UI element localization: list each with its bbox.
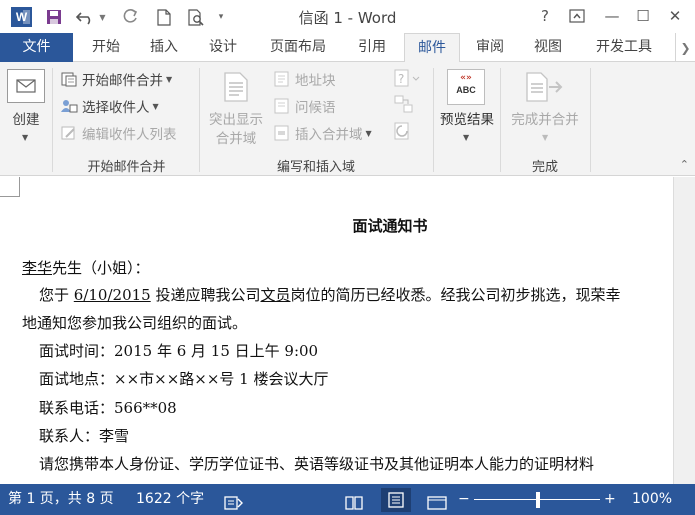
tab-references[interactable]: 引用	[346, 33, 398, 62]
tab-file[interactable]: 文件	[0, 33, 73, 62]
zoom-out-button[interactable]: −	[458, 484, 470, 515]
collapse-ribbon-icon[interactable]: ⌃	[680, 158, 689, 171]
salutation: 李华先生（小姐）：	[22, 257, 150, 278]
edit-recipient-list-button[interactable]: 编辑收件人列表	[60, 122, 177, 144]
proofing-icon[interactable]	[224, 492, 244, 510]
zoom-slider-thumb[interactable]	[536, 492, 540, 508]
highlight-merge-fields-button[interactable]: 突出显示 合并域	[203, 67, 269, 152]
create-dropdown-icon: ▼	[22, 133, 29, 142]
contact-person: 联系人：李雪	[39, 427, 130, 445]
tab-review[interactable]: 审阅	[464, 33, 516, 62]
tab-developer[interactable]: 开发工具	[584, 33, 664, 62]
greeting-line-icon	[273, 98, 291, 114]
group-separator	[52, 68, 53, 172]
highlight-fields-icon	[223, 71, 249, 107]
close-button[interactable]: ✕	[660, 4, 690, 28]
chevron-down-icon: ▼	[542, 133, 549, 142]
group-label-finish: 完成	[531, 160, 558, 175]
page-count[interactable]: 第 1 页，共 8 页	[8, 484, 114, 515]
print-layout-icon[interactable]	[381, 488, 411, 512]
tab-home[interactable]: 开始	[80, 33, 132, 62]
para1-middle: 投递应聘我公司	[150, 286, 261, 304]
document-area: 面试通知书 李华先生（小姐）： 您于 6/10/2015 投递应聘我公司文员岗位…	[0, 177, 695, 484]
ribbon-mailings: 创建 ▼ 开始邮件合并 ▼ 选择收件人 ▼ 编辑收件人列表 开始邮件合并 突出显示 …	[0, 62, 695, 176]
maximize-button[interactable]: ☐	[628, 4, 658, 28]
highlight-line2: 合并域	[215, 131, 257, 147]
edit-recipient-list-label: 编辑收件人列表	[82, 127, 177, 143]
greeting-line-button[interactable]: 问候语	[273, 95, 336, 117]
word-count[interactable]: 1622 个字	[136, 484, 204, 515]
group-separator	[590, 68, 591, 172]
chevron-down-icon: ▼	[166, 74, 173, 84]
address-block-label: 地址块	[295, 73, 336, 89]
preview-results-label: 预览结果	[440, 112, 494, 128]
chevron-down-icon: ▼	[463, 133, 470, 142]
envelope-icon	[7, 69, 45, 103]
read-mode-icon[interactable]	[345, 492, 363, 510]
contact-phone: 联系电话：566**08	[39, 399, 177, 417]
start-mail-merge-label: 开始邮件合并	[82, 73, 163, 89]
finish-merge-button[interactable]: 完成并合并 ▼	[503, 67, 587, 152]
group-label-start-mail-merge: 开始邮件合并	[87, 160, 166, 175]
para1-end: 岗位的简历已经收悉。经我公司初步挑选，现荣幸	[290, 286, 621, 304]
merge-field-position[interactable]: 文员	[260, 286, 290, 304]
zoom-level[interactable]: 100%	[632, 484, 672, 515]
title-bar: W ▼ ▾ 信函 1 - Word ? — ☐ ✕	[0, 0, 695, 33]
salutation-text: 先生（小姐）：	[52, 259, 150, 277]
address-block-icon	[273, 71, 291, 87]
chevron-down-icon: ▼	[365, 128, 372, 138]
zoom-in-button[interactable]: +	[604, 484, 616, 515]
merge-field-date[interactable]: 6/10/2015	[74, 286, 151, 304]
tab-view[interactable]: 视图	[522, 33, 574, 62]
preview-abc-icon: «» ABC	[447, 69, 485, 105]
insert-merge-field-label: 插入合并域	[295, 127, 363, 143]
group-separator	[433, 68, 434, 172]
merge-field-name[interactable]: 李华	[22, 259, 52, 277]
ribbon-tabs: 文件 开始 插入 设计 页面布局 引用 邮件 审阅 视图 开发工具 ❯	[0, 33, 695, 63]
vertical-scrollbar[interactable]	[673, 177, 695, 484]
para1-prefix: 您于	[39, 286, 74, 304]
interview-place: 面试地点：××市××路××号 1 楼会议大厅	[39, 370, 329, 388]
tab-scroll-right-icon[interactable]: ❯	[675, 33, 695, 62]
select-recipients-button[interactable]: 选择收件人 ▼	[60, 95, 159, 117]
document-title: 面试通知书	[352, 217, 428, 235]
document-page[interactable]: 面试通知书 李华先生（小姐）： 您于 6/10/2015 投递应聘我公司文员岗位…	[0, 177, 673, 484]
select-recipients-icon	[60, 98, 78, 114]
finish-merge-label: 完成并合并	[511, 112, 579, 128]
tab-page-layout[interactable]: 页面布局	[258, 33, 338, 62]
web-layout-icon[interactable]	[427, 492, 447, 510]
interview-time: 面试时间：2015 年 6 月 15 日上午 9:00	[39, 342, 319, 360]
help-button[interactable]: ?	[530, 4, 560, 28]
preview-results-button[interactable]: «» ABC 预览结果 ▼	[436, 67, 498, 152]
paragraph-1: 您于 6/10/2015 投递应聘我公司文员岗位的简历已经收悉。经我公司初步挑选…	[39, 284, 621, 305]
select-recipients-label: 选择收件人	[82, 100, 150, 116]
paragraph-1-line-2: 地通知您参加我公司组织的面试。	[22, 314, 248, 332]
start-mail-merge-button[interactable]: 开始邮件合并 ▼	[60, 68, 172, 90]
margin-corner-mark	[0, 177, 20, 197]
update-labels-icon[interactable]	[393, 122, 417, 142]
start-mail-merge-icon	[60, 71, 78, 87]
edit-list-icon	[60, 125, 78, 141]
address-block-button[interactable]: 地址块	[273, 68, 336, 90]
tab-insert[interactable]: 插入	[138, 33, 190, 62]
rules-icon[interactable]: ?	[393, 69, 423, 89]
group-label-write-insert: 编写和插入域	[276, 160, 355, 175]
create-button[interactable]: 创建 ▼	[6, 67, 46, 147]
insert-merge-field-icon	[273, 125, 291, 141]
ribbon-display-options-icon[interactable]	[562, 4, 592, 28]
tab-mailings[interactable]: 邮件	[404, 33, 460, 63]
status-bar: 第 1 页，共 8 页 1622 个字 − + 100%	[0, 484, 695, 515]
greeting-line-label: 问候语	[295, 100, 336, 116]
create-label: 创建	[12, 112, 40, 128]
document-last-line: 请您携带本人身份证、学历学位证书、英语等级证书及其他证明本人能力的证明材料	[39, 455, 595, 473]
chevron-down-icon: ▼	[152, 101, 159, 111]
insert-merge-field-button[interactable]: 插入合并域 ▼	[273, 122, 372, 144]
highlight-line1: 突出显示	[209, 112, 263, 128]
tab-design[interactable]: 设计	[197, 33, 249, 62]
minimize-button[interactable]: —	[597, 4, 627, 28]
svg-text:?: ?	[398, 72, 404, 86]
finish-merge-icon	[525, 71, 565, 107]
match-fields-icon[interactable]	[393, 95, 417, 115]
